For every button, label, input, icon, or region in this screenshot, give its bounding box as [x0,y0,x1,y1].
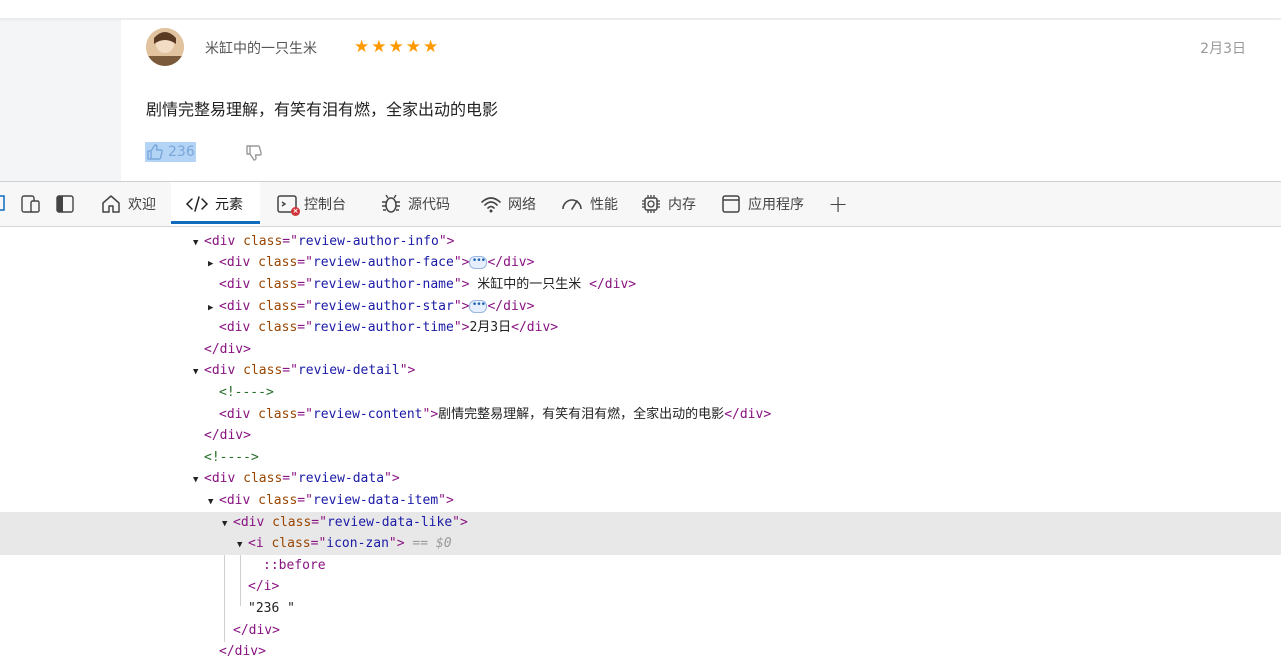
tab-label: 元素 [215,197,243,213]
code-icon [185,196,209,212]
collapse-arrow-icon[interactable]: ▼ [222,514,233,536]
collapse-arrow-icon[interactable]: ▼ [193,233,204,255]
dom-close-tag[interactable]: </div> [0,641,1281,663]
dom-node-data[interactable]: ▼ <div class="review-data"> [0,468,1281,490]
tab-label: 源代码 [408,197,450,213]
dom-close-tag[interactable]: </div> [0,339,1281,361]
tab-console[interactable]: × 控制台 [276,182,346,226]
ellipsis-icon[interactable]: ••• [469,256,488,270]
tab-welcome[interactable]: 欢迎 [100,182,156,226]
star-icon: ★ [354,37,370,56]
dom-node-content[interactable]: <div class="review-content">剧情完整易理解，有笑有泪… [0,404,1281,426]
like-button[interactable]: 236 [145,142,196,162]
dom-node-data-item[interactable]: ▼ <div class="review-data-item"> [0,490,1281,512]
tab-label: 性能 [590,197,618,213]
tab-sources[interactable]: 源代码 [380,182,450,226]
site-header [0,0,1281,19]
gauge-icon [562,199,582,210]
tab-label: 控制台 [304,197,346,213]
collapse-arrow-icon[interactable]: ▼ [237,535,248,557]
tab-elements[interactable]: 元素 [171,182,260,226]
tab-label: 网络 [508,197,536,213]
expand-arrow-icon[interactable]: ▶ [208,254,219,276]
tab-network[interactable]: 网络 [480,182,536,226]
dom-node-author-face[interactable]: ▶ <div class="review-author-face"> ••• </di… [0,252,1281,274]
dom-node-detail[interactable]: ▼ <div class="review-detail"> [0,360,1281,382]
add-tab-button[interactable]: + [828,182,848,226]
bug-icon [382,194,400,213]
home-icon [102,195,120,213]
star-icon: ★ [388,37,404,56]
collapse-arrow-icon[interactable]: ▼ [193,470,204,492]
console-icon: × [276,193,300,216]
dislike-button[interactable] [244,143,264,168]
dom-node-author-time[interactable]: <div class="review-author-time">2月3日</di… [0,317,1281,339]
error-badge-icon: × [291,207,300,216]
dock-panel-icon[interactable] [55,194,75,214]
dom-node-author-star[interactable]: ▶ <div class="review-author-star"> ••• </di… [0,296,1281,318]
star-icon: ★ [371,37,387,56]
dom-text-node[interactable]: "236 " [0,598,1281,620]
review-author-name[interactable]: 米缸中的一只生米 [205,38,317,58]
ellipsis-icon[interactable]: ••• [469,299,488,313]
page-viewport: 米缸中的一只生米 ★ ★ ★ ★ ★ 2月3日 剧情完整易理解，有笑有泪有燃，全… [0,0,1281,181]
dom-node-author-name[interactable]: <div class="review-author-name"> 米缸中的一只生… [0,274,1281,296]
thumbs-down-icon [246,145,262,161]
dom-node-author-info[interactable]: ▼ <div class="review-author-info"> [0,231,1281,253]
inspect-icon[interactable] [0,194,8,212]
devtools-tabbar: 欢迎 元素 × 控制台 源代码 网络 性能 内存 应用程序 + [0,181,1281,227]
device-emulation-icon[interactable] [20,194,42,214]
rating-stars: ★ ★ ★ ★ ★ [354,37,438,57]
review-time: 2月3日 [1200,41,1246,57]
collapse-arrow-icon[interactable]: ▼ [208,492,219,514]
tab-label: 应用程序 [748,197,804,213]
chip-icon [642,195,660,213]
expand-arrow-icon[interactable]: ▶ [208,298,219,320]
dom-node-data-like[interactable]: ▼ <div class="review-data-like"> [0,511,1281,536]
dom-pseudo-before[interactable]: ::before [0,555,1281,577]
tab-application[interactable]: 应用程序 [720,182,804,226]
collapse-arrow-icon[interactable]: ▼ [193,362,204,384]
selected-node-marker: == $0 [412,536,452,552]
thumbs-up-icon [147,144,163,160]
tab-label: 欢迎 [128,197,156,213]
dom-comment[interactable]: <!----> [0,447,1281,469]
tab-label: 内存 [668,197,696,213]
dom-close-tag[interactable]: </i> [0,576,1281,598]
dom-close-tag[interactable]: </div> [0,620,1281,642]
wifi-icon [481,197,501,213]
tab-performance[interactable]: 性能 [560,182,618,226]
dom-tree: ▼ <div class="review-author-info"> ▶ <div … [0,226,1281,665]
app-window-icon [722,195,740,213]
star-icon: ★ [423,37,439,56]
star-icon: ★ [405,37,421,56]
review-content: 剧情完整易理解，有笑有泪有燃，全家出动的电影 [146,100,499,119]
avatar[interactable] [146,28,184,66]
dom-node-icon-zan[interactable]: ▼ <i class="icon-zan"> == $0 [0,533,1281,555]
tab-memory[interactable]: 内存 [640,182,696,226]
like-count: 236 [168,144,195,160]
dom-close-tag[interactable]: </div> [0,425,1281,447]
dom-comment[interactable]: <!----> [0,382,1281,404]
